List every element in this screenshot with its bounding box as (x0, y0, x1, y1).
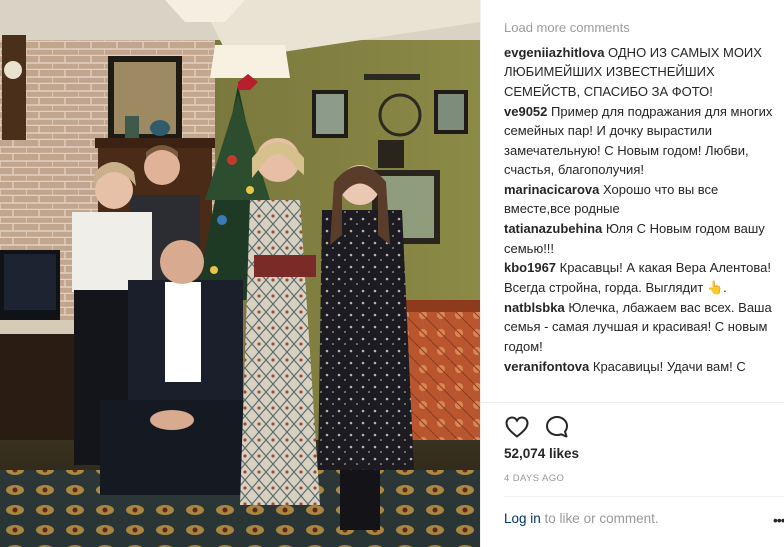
load-more-comments-link[interactable]: Load more comments (504, 20, 630, 36)
comment-button[interactable] (544, 414, 570, 440)
comments-panel: Load more comments evgeniiazhitlova ОДНО… (480, 0, 784, 547)
comment-list: evgeniiazhitlova ОДНО ИЗ САМЫХ МОИХ ЛЮБИ… (504, 43, 779, 408)
comment-item: evgeniiazhitlova ОДНО ИЗ САМЫХ МОИХ ЛЮБИ… (504, 43, 779, 101)
comment-item: marinacicarova Хорошо что вы все вместе,… (504, 180, 779, 219)
divider (504, 496, 784, 497)
avatar[interactable] (511, 0, 533, 10)
action-bar (504, 414, 570, 440)
comment-username[interactable]: marinacicarova (504, 182, 599, 197)
comment-item: natblsbka Юлечка, лбажаем вас всех. Ваша… (504, 298, 779, 356)
heart-icon (505, 416, 529, 438)
comment-username[interactable]: ve9052 (504, 104, 547, 119)
login-prompt: Log in to like or comment. (504, 511, 659, 526)
divider (481, 402, 784, 403)
comment-username[interactable]: evgeniiazhitlova (504, 45, 604, 60)
login-link[interactable]: Log in (504, 511, 541, 526)
comment-bubble-icon (546, 416, 568, 438)
post-photo[interactable] (0, 0, 480, 547)
like-count[interactable]: 52,074 likes (504, 446, 579, 461)
like-button[interactable] (504, 414, 530, 440)
comment-username[interactable]: tatianazubehina (504, 221, 602, 236)
comment-username[interactable]: natblsbka (504, 300, 565, 315)
comment-item: veranifontova Красавицы! Удачи вам! С (504, 357, 779, 376)
comment-item: tatianazubehina Юля С Новым годом вашу с… (504, 219, 779, 258)
follow-button-edge[interactable] (727, 0, 784, 4)
comment-username[interactable]: veranifontova (504, 359, 589, 374)
more-options-icon[interactable]: ••• (773, 512, 784, 528)
comment-text: Красавицы! Удачи вам! С (592, 358, 746, 374)
login-prompt-text: to like or comment. (540, 511, 659, 526)
post-photo-image (0, 0, 480, 547)
comment-item: kbo1967 Красавцы! А какая Вера Алентова!… (504, 258, 779, 297)
comment-username[interactable]: kbo1967 (504, 260, 556, 275)
post-timestamp[interactable]: 4 DAYS AGO (504, 473, 564, 484)
comment-item: ve9052 Пример для подражания для многих … (504, 102, 779, 180)
